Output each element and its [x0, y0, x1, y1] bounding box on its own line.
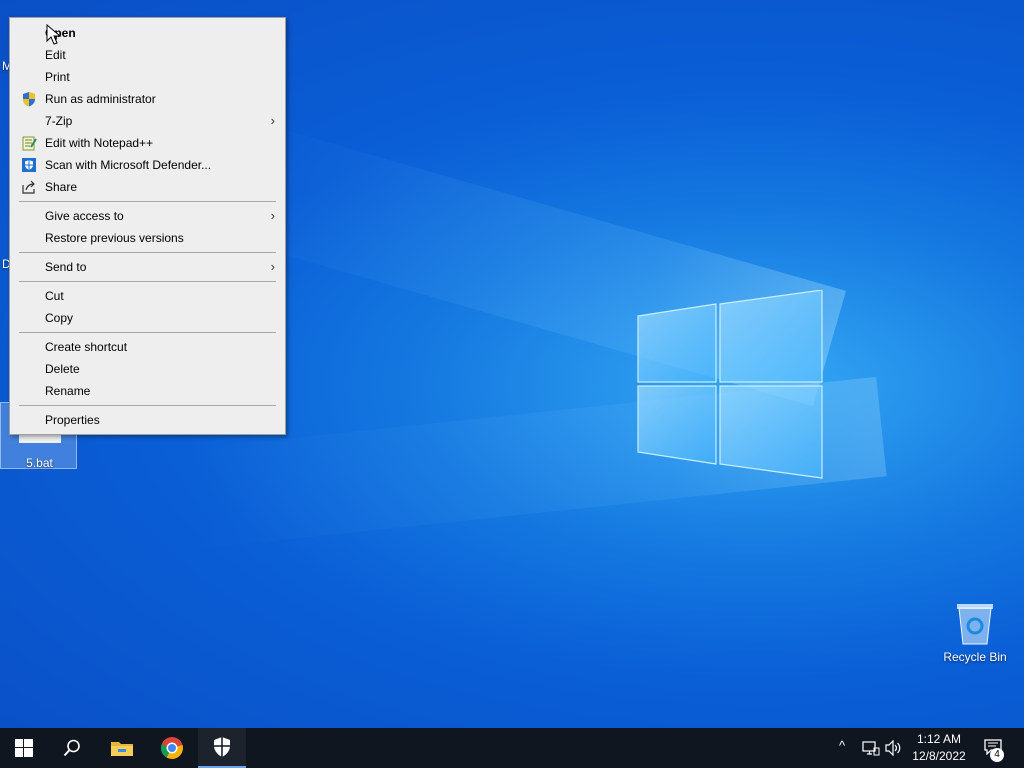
notification-count-badge: 4 — [990, 748, 1004, 762]
start-button[interactable] — [0, 728, 48, 768]
menu-item-label: Edit — [45, 48, 66, 62]
clock-date: 12/8/2022 — [912, 749, 966, 763]
menu-item-label: Properties — [45, 413, 100, 427]
windows-logo-wallpaper — [637, 290, 823, 479]
menu-item-copy[interactable]: Copy — [12, 307, 283, 329]
menu-item-label: Copy — [45, 311, 74, 325]
menu-item-send-to[interactable]: Send to › — [12, 256, 283, 278]
menu-item-properties[interactable]: Properties — [12, 409, 283, 431]
network-icon[interactable] — [862, 740, 880, 756]
menu-item-label: Edit with Notepad++ — [45, 136, 154, 150]
taskbar-file-explorer[interactable] — [98, 728, 146, 768]
menu-item-label: 7-Zip — [45, 114, 73, 128]
menu-item-edit-with-notepadpp[interactable]: Edit with Notepad++ — [12, 132, 283, 154]
menu-item-give-access-to[interactable]: Give access to › — [12, 205, 283, 227]
chevron-right-icon: › — [270, 259, 275, 274]
show-hidden-icons-chevron-up-icon[interactable]: ^ — [839, 738, 845, 753]
share-icon — [22, 180, 35, 194]
mouse-cursor-icon — [46, 24, 62, 45]
menu-separator — [19, 201, 276, 202]
menu-item-label: Send to — [45, 260, 87, 274]
menu-item-label: Run as administrator — [45, 92, 156, 106]
menu-item-print[interactable]: Print — [12, 66, 283, 88]
system-clock[interactable]: 1:12 AM 12/8/2022 — [904, 731, 974, 765]
chevron-right-icon: › — [270, 208, 275, 223]
menu-item-label: Cut — [45, 289, 64, 303]
menu-item-cut[interactable]: Cut — [12, 285, 283, 307]
notepadpp-icon — [22, 136, 37, 151]
menu-separator — [19, 405, 276, 406]
menu-item-label: Delete — [45, 362, 80, 376]
chrome-icon — [160, 737, 183, 759]
menu-item-label: Restore previous versions — [45, 231, 184, 245]
menu-item-label: Share — [45, 180, 78, 194]
menu-separator — [19, 281, 276, 282]
taskbar-windows-security[interactable] — [198, 728, 246, 768]
menu-item-create-shortcut[interactable]: Create shortcut — [12, 336, 283, 358]
menu-item-label: Rename — [45, 384, 91, 398]
desktop-icon-label: Recycle Bin — [943, 650, 1007, 664]
file-explorer-icon — [111, 742, 133, 756]
menu-item-label: Scan with Microsoft Defender... — [45, 158, 212, 172]
action-center-button[interactable]: 4 — [976, 728, 1024, 768]
menu-separator — [19, 332, 276, 333]
menu-item-share[interactable]: Share — [12, 176, 283, 198]
desktop-icon-label: 5.bat — [26, 456, 53, 470]
menu-item-delete[interactable]: Delete — [12, 358, 283, 380]
menu-item-label: Give access to — [45, 209, 124, 223]
volume-icon[interactable] — [885, 740, 903, 756]
search-button[interactable] — [48, 728, 96, 768]
clock-time: 1:12 AM — [916, 732, 962, 746]
desktop-icon-recycle-bin[interactable]: Recycle Bin — [940, 602, 1010, 664]
menu-item-edit[interactable]: Edit — [12, 44, 283, 66]
recycle-bin-icon — [957, 604, 993, 645]
menu-item-rename[interactable]: Rename — [12, 380, 283, 402]
security-icon — [214, 737, 230, 757]
menu-item-restore-previous-versions[interactable]: Restore previous versions — [12, 227, 283, 249]
menu-separator — [19, 252, 276, 253]
menu-item-run-as-administrator[interactable]: Run as administrator — [12, 88, 283, 110]
defender-icon — [22, 158, 36, 172]
uac-shield-icon — [23, 92, 35, 107]
start-icon — [15, 739, 33, 757]
menu-item-label: Create shortcut — [45, 340, 128, 354]
taskbar: ^ 1:12 AM 12/8/2022 4 — [0, 728, 1024, 768]
menu-item-scan-with-defender[interactable]: Scan with Microsoft Defender... — [12, 154, 283, 176]
menu-item-7zip[interactable]: 7-Zip › — [12, 110, 283, 132]
context-menu: Open Edit Print Run as administrator 7-Z… — [9, 17, 286, 435]
search-icon — [63, 739, 80, 757]
taskbar-chrome[interactable] — [148, 728, 196, 768]
menu-item-label: Print — [45, 70, 70, 84]
chevron-right-icon: › — [270, 113, 275, 128]
